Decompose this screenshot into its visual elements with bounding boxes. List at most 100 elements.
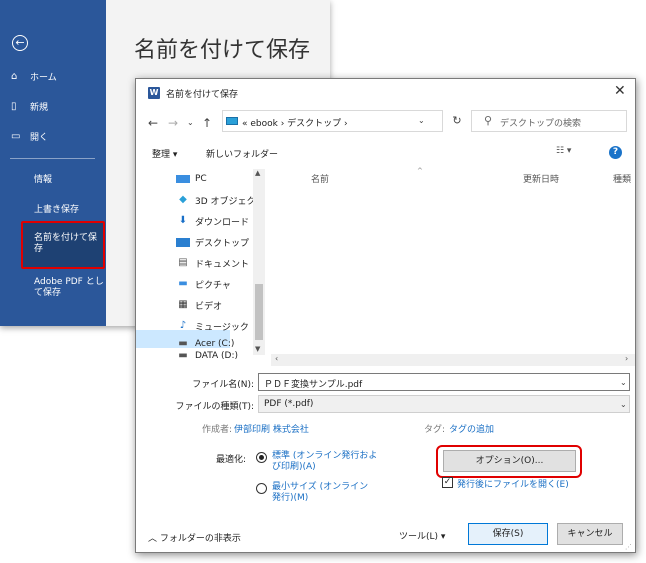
file-type-value: PDF (*.pdf) [264, 399, 314, 409]
author-value[interactable]: 伊部印刷 株式会社 [234, 422, 309, 435]
sidebar-item-adobe-pdf[interactable]: Adobe PDF として保存 [34, 277, 104, 299]
help-icon[interactable]: ? [609, 146, 622, 159]
chevron-down-icon[interactable]: ⌄ [620, 400, 627, 409]
sidebar-item-overwrite[interactable]: 上書き保存 [34, 205, 104, 216]
file-name-field[interactable]: ＰＤＦ変換サンプル.pdf [258, 373, 630, 391]
optimize-min-label[interactable]: 最小サイズ (オンライン発行)(M) [272, 482, 370, 504]
file-type-label: ファイルの種類(T): [175, 402, 254, 412]
dialog-titlebar[interactable]: W 名前を付けて保存 ✕ [136, 79, 635, 107]
document-icon: ▤ [178, 257, 188, 268]
column-header-modified[interactable]: 更新日時 [523, 172, 559, 185]
file-name-label: ファイル名(N): [192, 380, 254, 390]
chevron-down-icon[interactable]: ⌄ [418, 116, 425, 125]
nav-item-pictures[interactable]: ▬ ピクチャ [176, 275, 231, 293]
desktop-icon [226, 117, 238, 125]
save-as-dialog: W 名前を付けて保存 ✕ ← → ⌄ ↑ « ebook › デスクトップ › … [135, 78, 636, 553]
hide-folders-label: フォルダーの非表示 [159, 534, 241, 544]
file-list[interactable]: 名前 ^ 更新日時 種類 [268, 167, 635, 354]
red-highlight-frame [21, 221, 105, 269]
nav-item-label: ダウンロード [195, 217, 250, 228]
recent-dropdown-icon[interactable]: ⌄ [187, 118, 194, 127]
home-icon: ⌂ [11, 70, 18, 82]
nav-item-downloads[interactable]: ⬇ ダウンロード [176, 212, 249, 230]
desktop-icon [176, 237, 190, 247]
sidebar-divider [10, 158, 95, 159]
file-name-value: ＰＤＦ変換サンプル.pdf [264, 380, 363, 390]
nav-item-desktop[interactable]: デスクトップ [176, 233, 249, 251]
picture-icon: ▬ [178, 278, 188, 289]
address-bar-row: ← → ⌄ ↑ « ebook › デスクトップ › ⌄ ↻ ⚲ デスクトップの… [136, 107, 635, 139]
forward-icon[interactable]: → [168, 116, 178, 130]
new-folder-button[interactable]: 新しいフォルダー [206, 147, 278, 160]
scroll-down-icon[interactable]: ▼ [255, 345, 260, 353]
video-icon: ▦ [178, 299, 188, 310]
nav-item-data-d[interactable]: ▬ DATA (D:) [176, 347, 238, 365]
search-icon: ⚲ [484, 114, 493, 127]
sidebar-item-home[interactable]: ⌂ ホーム [0, 66, 106, 86]
scroll-up-icon[interactable]: ▲ [255, 169, 260, 177]
nav-item-label: ピクチャ [195, 280, 231, 291]
tools-label: ツール(L) [399, 532, 439, 542]
column-header-type[interactable]: 種類 [613, 172, 631, 185]
breadcrumb[interactable]: « ebook › デスクトップ › [242, 116, 348, 129]
refresh-icon[interactable]: ↻ [446, 110, 468, 132]
back-arrow-icon[interactable]: ← [12, 35, 28, 51]
scroll-left-icon[interactable]: ‹ [275, 354, 278, 363]
sidebar-item-info[interactable]: 情報 [34, 175, 104, 186]
optimize-standard-label[interactable]: 標準 (オンライン発行および印刷)(A) [272, 451, 380, 473]
address-bar[interactable]: « ebook › デスクトップ › ⌄ [222, 110, 443, 132]
nav-item-documents[interactable]: ▤ ドキュメント [176, 254, 249, 272]
music-icon: ♪ [179, 320, 187, 331]
nav-item-label: デスクトップ [195, 238, 250, 249]
chevron-down-icon: ▾ [438, 532, 446, 542]
nav-scrollbar[interactable]: ▲ ▼ [253, 169, 265, 355]
3d-objects-icon: ◆ [179, 194, 187, 205]
view-options-button[interactable]: ☷ ▾ [556, 146, 571, 156]
resize-grip-icon[interactable]: ⋰ [625, 543, 632, 551]
chevron-up-icon: ︿ [148, 534, 160, 544]
scrollbar-thumb[interactable] [255, 284, 263, 340]
optimize-standard-radio[interactable] [256, 452, 267, 463]
sidebar-item-new[interactable]: ▯ 新規 [0, 96, 106, 116]
nav-item-videos[interactable]: ▦ ビデオ [176, 296, 222, 314]
hide-folders-toggle[interactable]: ︿ フォルダーの非表示 [148, 531, 241, 544]
close-icon[interactable]: ✕ [614, 83, 626, 99]
pc-icon [176, 175, 190, 183]
column-header-name[interactable]: 名前 [311, 172, 329, 185]
open-folder-icon: ▭ [11, 130, 21, 142]
optimize-min-radio[interactable] [256, 483, 267, 494]
sidebar-item-open[interactable]: ▭ 開く [0, 126, 106, 146]
chevron-down-icon[interactable]: ⌄ [620, 378, 627, 387]
open-after-publish-checkbox[interactable]: ✓ [442, 477, 453, 488]
download-icon: ⬇ [178, 215, 188, 226]
back-icon[interactable]: ← [148, 116, 158, 130]
sort-arrow-icon: ^ [417, 167, 423, 175]
sidebar-item-label: 開く [30, 132, 49, 143]
word-logo-icon: W [148, 87, 160, 99]
sidebar-item-label: ホーム [30, 72, 57, 83]
nav-item-music[interactable]: ♪ ミュージック [176, 317, 249, 335]
scroll-right-icon[interactable]: › [625, 354, 628, 363]
dialog-title: 名前を付けて保存 [166, 90, 239, 100]
optimize-label: 最適化: [216, 455, 247, 465]
new-document-icon: ▯ [11, 100, 17, 112]
organize-button[interactable]: 整理 ▾ [152, 147, 177, 160]
tools-button[interactable]: ツール(L) ▾ [399, 529, 445, 542]
file-type-select[interactable]: PDF (*.pdf) [258, 395, 630, 413]
file-list-scrollbar[interactable]: ‹ › [271, 354, 635, 366]
save-button[interactable]: 保存(S) [468, 523, 548, 545]
nav-item-3d-objects[interactable]: ◆ 3D オブジェクト [176, 191, 264, 209]
page-title: 名前を付けて保存 [134, 38, 311, 63]
open-after-publish-label[interactable]: 発行後にファイルを開く(E) [457, 477, 569, 490]
author-label: 作成者: [202, 425, 233, 435]
nav-item-label: ビデオ [195, 301, 223, 312]
cancel-button[interactable]: キャンセル [557, 523, 623, 545]
nav-item-label: ドキュメント [195, 259, 250, 270]
up-icon[interactable]: ↑ [202, 116, 212, 130]
nav-item-pc[interactable]: PC [176, 170, 207, 188]
search-input[interactable]: ⚲ デスクトップの検索 [471, 110, 627, 132]
search-placeholder: デスクトップの検索 [500, 119, 582, 129]
options-button[interactable]: オプション(O)... [443, 450, 576, 472]
command-toolbar: 整理 ▾ 新しいフォルダー ☷ ▾ ? [136, 141, 635, 165]
tags-value[interactable]: タグの追加 [449, 422, 494, 435]
